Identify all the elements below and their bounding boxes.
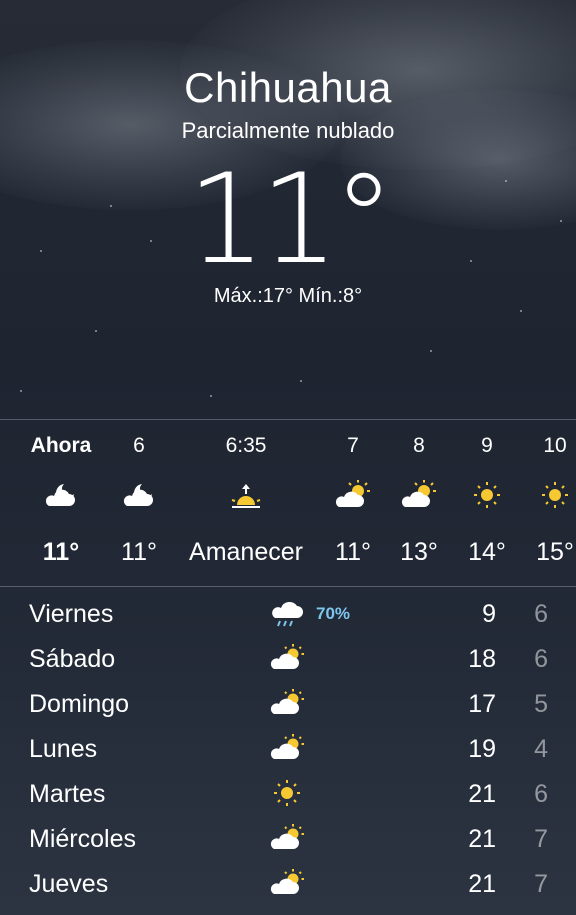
hourly-forecast[interactable]: Ahora 11° 6 11° 6:35 Amanecer 7 11° 8 13… [0, 420, 576, 585]
day-high: 21 [468, 870, 496, 898]
precipitation-chance: 70% [316, 604, 351, 623]
hourly-item: 7 11° [322, 420, 384, 585]
hourly-item: 6 11° [108, 420, 170, 585]
day-low: 7 [534, 870, 548, 898]
condition-text: Parcialmente nublado [181, 118, 395, 143]
day-row-viernes: Viernes 70% 9 6 [0, 592, 576, 636]
day-name: Martes [29, 780, 106, 808]
hour-temperature: 14° [468, 538, 506, 566]
hourly-item: 10 15° [524, 420, 576, 585]
city-name: Chihuahua [184, 64, 392, 111]
day-low: 6 [534, 645, 548, 673]
hourly-item: 9 14° [456, 420, 518, 585]
day-row-martes: Martes 21 6 [0, 772, 576, 816]
day-high: 21 [468, 780, 496, 808]
hour-temperature: 11° [335, 538, 371, 566]
day-high: 19 [468, 735, 496, 763]
sun-cloud-icon [333, 478, 373, 512]
hourly-item: Ahora 11° [22, 420, 100, 585]
rain-cloud-icon [270, 598, 306, 628]
sun-cloud-icon [270, 643, 306, 673]
day-low: 6 [534, 780, 548, 808]
sun-cloud-icon [270, 823, 306, 853]
sun-cloud-icon [270, 868, 306, 898]
day-low: 7 [534, 825, 548, 853]
hour-time: 6 [133, 434, 145, 457]
hour-temperature: 13° [400, 538, 438, 566]
sun-cloud-icon [399, 478, 439, 512]
hour-time: 9 [481, 434, 493, 457]
hourly-item: 6:35 Amanecer [180, 420, 312, 585]
day-row-lunes: Lunes 19 4 [0, 727, 576, 771]
hour-temperature: Amanecer [189, 538, 303, 566]
day-row-sabado: Sábado 18 6 [0, 637, 576, 681]
day-name: Sábado [29, 645, 116, 673]
day-name: Jueves [29, 870, 109, 898]
hour-time: 10 [543, 434, 567, 457]
hour-time: Ahora [30, 434, 92, 457]
sun-cloud-icon [270, 688, 306, 718]
day-name: Viernes [29, 600, 114, 628]
sun-icon [535, 478, 575, 512]
hour-temperature: 11° [121, 538, 157, 566]
day-row-domingo: Domingo 17 5 [0, 682, 576, 726]
hour-temperature: 11° [42, 538, 80, 566]
day-name: Domingo [29, 690, 130, 718]
hour-temperature: 15° [536, 538, 574, 566]
day-high: 21 [468, 825, 496, 853]
day-high: 17 [468, 690, 496, 718]
hour-time: 6:35 [225, 434, 267, 457]
day-low: 5 [534, 690, 548, 718]
day-low: 4 [534, 735, 548, 763]
day-name: Miércoles [29, 825, 136, 853]
current-temperature: 11° [187, 148, 395, 292]
sun-icon [467, 478, 507, 512]
day-low: 6 [534, 600, 548, 628]
moon-cloud-icon [41, 478, 81, 512]
sun-cloud-icon [270, 733, 306, 763]
day-name: Lunes [29, 735, 98, 763]
hourly-item: 8 13° [388, 420, 450, 585]
day-high: 18 [468, 645, 496, 673]
sunrise-icon [226, 478, 266, 512]
hour-time: 7 [347, 434, 359, 457]
high-low-summary: Máx.:17° Mín.:8° [213, 285, 363, 307]
moon-cloud-icon [119, 478, 159, 512]
day-row-jueves: Jueves 21 7 [0, 862, 576, 906]
divider-bottom [0, 586, 576, 587]
sun-icon [270, 778, 306, 808]
day-high: 9 [482, 600, 496, 628]
day-row-miercoles: Miércoles 21 7 [0, 817, 576, 861]
hour-time: 8 [413, 434, 425, 457]
